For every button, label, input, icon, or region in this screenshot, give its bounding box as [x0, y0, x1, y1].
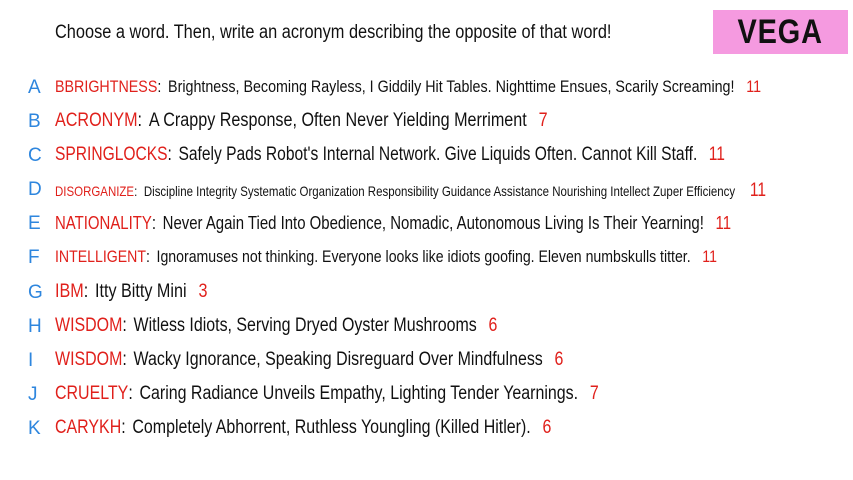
entry-colon: : [121, 417, 126, 438]
entry-letter: I [28, 350, 34, 371]
entry-letter: D [28, 179, 42, 200]
entry-acronym: Brightness, Becoming Rayless, I Giddily … [168, 77, 735, 96]
entry-letter: H [28, 316, 42, 337]
entry-colon: : [157, 77, 162, 96]
entry-acronym: Wacky Ignorance, Speaking Disreguard Ove… [133, 349, 543, 370]
entry-word: CARYKH [55, 417, 122, 438]
entry-content: WISDOM: Witless Idiots, Serving Dryed Oys… [55, 315, 497, 337]
entry-content: NATIONALITY: Never Again Tied Into Obedie… [55, 213, 731, 234]
entry-word: ACRONYM [55, 110, 138, 131]
entry-acronym: Safely Pads Robot's Internal Network. Gi… [178, 144, 698, 165]
entry-acronym: Never Again Tied Into Obedience, Nomadic… [162, 213, 704, 233]
entry-colon: : [145, 247, 150, 266]
entry-acronym: Discipline Integrity Systematic Organiza… [143, 183, 736, 199]
entry-count: 6 [488, 315, 498, 336]
entry-count: 11 [715, 213, 732, 233]
entry-word: CRUELTY [55, 383, 129, 404]
entry-content: CRUELTY: Caring Radiance Unveils Empathy,… [55, 383, 599, 405]
entry-acronym: Completely Abhorrent, Ruthless Youngling… [132, 417, 531, 438]
entry-letter: F [28, 247, 40, 268]
entry-count: 3 [198, 281, 208, 302]
entry-letter: E [28, 213, 41, 234]
entry-word: NATIONALITY [55, 213, 152, 233]
entry-word: DISORGANIZE [55, 183, 135, 199]
instruction-text: Choose a word. Then, write an acronym de… [55, 22, 612, 43]
entry-word: INTELLIGENT [55, 247, 146, 266]
entry-content: IBM: Itty Bitty Mini 3 [55, 281, 207, 303]
entry-count: 11 [749, 180, 767, 201]
entry-letter: J [28, 384, 38, 405]
entry-acronym: Caring Radiance Unveils Empathy, Lightin… [139, 383, 579, 404]
name-badge: VEGA [713, 10, 848, 54]
entry-count: 7 [538, 110, 548, 131]
entry-colon: : [122, 315, 127, 336]
entry-content: DISORGANIZE: Discipline Integrity Systema… [55, 180, 766, 202]
entry-colon: : [167, 144, 172, 165]
entry-content: WISDOM: Wacky Ignorance, Speaking Disregu… [55, 349, 563, 371]
entry-acronym: Itty Bitty Mini [95, 281, 187, 302]
entry-letter: C [28, 145, 42, 166]
entry-acronym: A Crappy Response, Often Never Yielding … [148, 110, 527, 131]
entry-count: 6 [554, 349, 564, 370]
entry-content: INTELLIGENT: Ignoramuses not thinking. Ev… [55, 247, 717, 267]
entry-word: WISDOM [55, 315, 123, 336]
entry-count: 11 [746, 77, 762, 96]
entry-colon: : [83, 281, 89, 302]
entry-colon: : [137, 110, 143, 131]
entry-count: 7 [589, 383, 599, 404]
entry-colon: : [134, 183, 138, 199]
entry-content: SPRINGLOCKS: Safely Pads Robot's Internal… [55, 144, 725, 166]
entry-word: IBM [55, 281, 84, 302]
entry-letter: G [28, 282, 43, 303]
entry-content: BBRIGHTNESS: Brightness, Becoming Rayless… [55, 77, 761, 97]
entry-word: SPRINGLOCKS [55, 144, 168, 165]
entry-word: BBRIGHTNESS [55, 77, 158, 96]
entry-content: ACRONYM: A Crappy Response, Often Never Y… [55, 110, 548, 132]
entry-count: 11 [702, 247, 717, 266]
entry-count: 11 [708, 144, 725, 165]
entry-content: CARYKH: Completely Abhorrent, Ruthless Yo… [55, 417, 551, 439]
entry-colon: : [151, 213, 157, 233]
entry-acronym: Witless Idiots, Serving Dryed Oyster Mus… [133, 315, 477, 336]
entry-letter: A [28, 77, 41, 98]
entry-colon: : [128, 383, 133, 404]
entry-colon: : [122, 349, 127, 370]
entry-letter: K [28, 418, 41, 439]
entry-letter: B [28, 111, 41, 132]
entry-word: WISDOM [55, 349, 123, 370]
entry-acronym: Ignoramuses not thinking. Everyone looks… [156, 247, 691, 266]
badge-label: VEGA [737, 12, 824, 51]
entry-count: 6 [542, 417, 552, 438]
